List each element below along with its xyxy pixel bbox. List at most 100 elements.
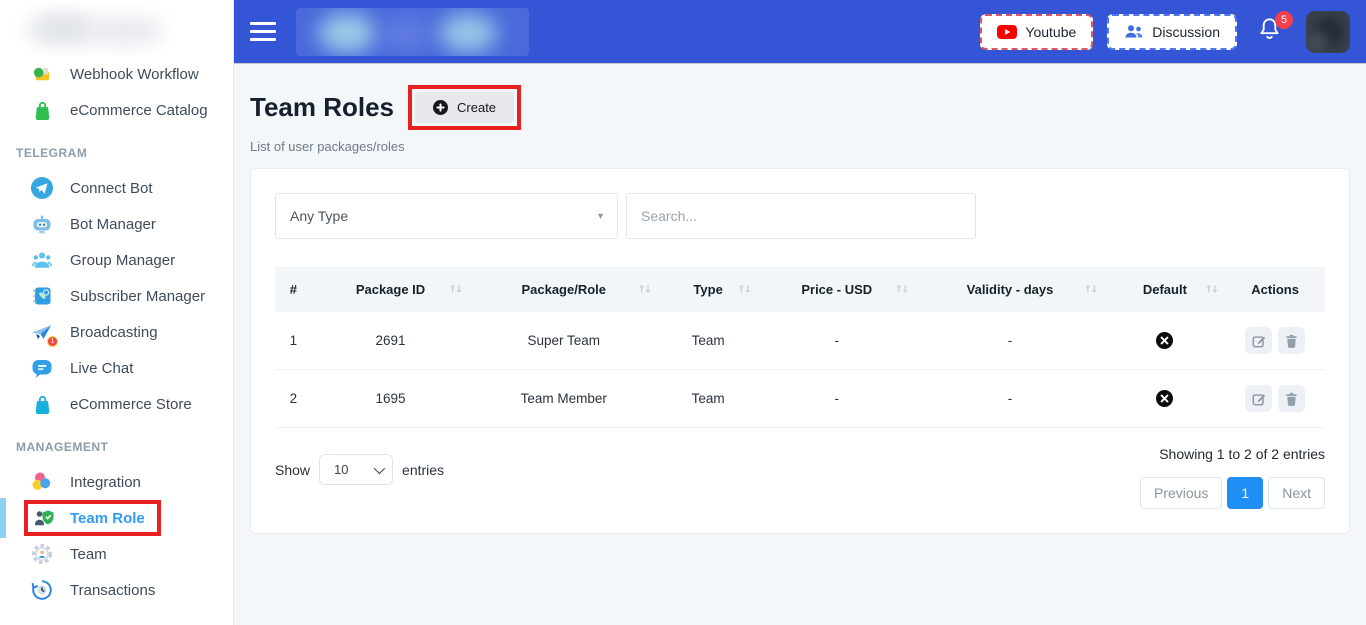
sort-icon: ↑↓	[637, 284, 650, 295]
delete-button[interactable]	[1278, 385, 1305, 412]
next-page-button[interactable]: Next	[1268, 477, 1325, 509]
cell-actions	[1225, 370, 1325, 428]
hamburger-menu-icon[interactable]	[250, 22, 276, 41]
page-content: Team Roles Create List of user packages/…	[234, 63, 1366, 625]
annotation-box-team-role: Team Role	[24, 500, 161, 536]
cell-default	[1105, 370, 1226, 428]
table-row: 2 1695 Team Member Team - -	[275, 370, 1325, 428]
current-page-button[interactable]: 1	[1227, 477, 1263, 509]
page-size-select[interactable]: 10	[319, 454, 393, 485]
notification-count-badge: 5	[1275, 11, 1293, 29]
user-avatar[interactable]	[1306, 11, 1350, 53]
sidebar-item-subscriber-manager[interactable]: Subscriber Manager	[0, 278, 233, 314]
table-header-row: # Package ID↑↓ Package/Role↑↓ Type↑↓ Pri…	[275, 267, 1325, 312]
table-footer: Show 10 entries Showing 1 to 2 of 2 entr…	[275, 446, 1325, 509]
sidebar-section-telegram: TELEGRAM	[0, 146, 233, 160]
sidebar-item-ecommerce-store[interactable]: eCommerce Store	[0, 386, 233, 422]
showing-entries-text: Showing 1 to 2 of 2 entries	[1159, 446, 1325, 462]
cell-num: 2	[275, 370, 312, 428]
type-filter-value: Any Type	[290, 208, 348, 224]
cell-validity: -	[916, 312, 1105, 370]
sidebar-item-transactions[interactable]: Transactions	[0, 572, 233, 608]
ecommerce-catalog-icon	[30, 98, 54, 122]
sidebar-section-management: MANAGEMENT	[0, 440, 233, 454]
cell-validity: -	[916, 370, 1105, 428]
shopping-bag-icon	[30, 392, 54, 416]
main-area: Youtube Discussion 5 Team Roles	[234, 0, 1366, 625]
create-button[interactable]: Create	[415, 92, 514, 123]
discussion-people-icon	[1124, 24, 1144, 39]
column-header-actions: Actions	[1225, 267, 1325, 312]
column-header-package-id[interactable]: Package ID↑↓	[312, 267, 470, 312]
sidebar-item-live-chat[interactable]: Live Chat	[0, 350, 233, 386]
times-circle-icon	[1156, 332, 1173, 349]
cell-default	[1105, 312, 1226, 370]
sidebar-item-bot-manager[interactable]: Bot Manager	[0, 206, 233, 242]
sidebar-item-team[interactable]: Team	[0, 536, 233, 572]
discussion-button-label: Discussion	[1152, 24, 1220, 40]
table-row: 1 2691 Super Team Team - -	[275, 312, 1325, 370]
chat-bubble-icon	[30, 356, 54, 380]
column-header-validity[interactable]: Validity - days↑↓	[916, 267, 1105, 312]
gear-person-icon	[30, 542, 54, 566]
team-roles-card: Any Type ▾ # Package ID↑↓ Package	[250, 168, 1350, 534]
roles-table: # Package ID↑↓ Package/Role↑↓ Type↑↓ Pri…	[275, 267, 1325, 428]
youtube-button[interactable]: Youtube	[980, 14, 1093, 50]
sidebar: Webhook Workflow eCommerce Catalog TELEG…	[0, 0, 234, 625]
sidebar-item-label: Live Chat	[70, 360, 133, 377]
sidebar-item-ecommerce-catalog[interactable]: eCommerce Catalog	[0, 92, 233, 128]
column-header-default[interactable]: Default↑↓	[1105, 267, 1226, 312]
people-group-icon	[30, 248, 54, 272]
sort-icon: ↑↓	[448, 284, 461, 295]
chevron-down-icon	[374, 462, 385, 473]
show-label: Show	[275, 462, 310, 478]
edit-button[interactable]	[1245, 385, 1272, 412]
app-window: Webhook Workflow eCommerce Catalog TELEG…	[0, 0, 1366, 625]
entries-label: entries	[402, 462, 444, 478]
previous-page-button[interactable]: Previous	[1140, 477, 1222, 509]
paper-plane-icon: 1	[30, 320, 54, 344]
sort-icon: ↑↓	[1084, 284, 1097, 295]
sidebar-item-label: Subscriber Manager	[70, 288, 205, 305]
blurred-header-logo	[296, 8, 529, 56]
cell-actions	[1225, 312, 1325, 370]
cell-num: 1	[275, 312, 312, 370]
column-header-type[interactable]: Type↑↓	[658, 267, 758, 312]
cell-package-id: 2691	[312, 312, 470, 370]
sidebar-item-connect-bot[interactable]: Connect Bot	[0, 170, 233, 206]
sidebar-item-label: eCommerce Store	[70, 396, 192, 413]
cell-package-role: Team Member	[469, 370, 658, 428]
sidebar-item-label: Webhook Workflow	[70, 66, 199, 83]
caret-down-icon: ▾	[598, 211, 603, 222]
search-input[interactable]	[626, 193, 976, 239]
plus-circle-icon	[433, 100, 448, 115]
history-clock-icon	[30, 578, 54, 602]
sidebar-item-group-manager[interactable]: Group Manager	[0, 242, 233, 278]
discussion-button[interactable]: Discussion	[1107, 14, 1237, 50]
sort-icon: ↑↓	[895, 284, 908, 295]
type-filter-select[interactable]: Any Type ▾	[275, 193, 618, 239]
notification-bell-icon[interactable]: 5	[1257, 16, 1282, 48]
create-button-label: Create	[457, 100, 496, 115]
edit-button[interactable]	[1245, 327, 1272, 354]
page-size-value: 10	[334, 462, 348, 477]
column-header-price[interactable]: Price - USD↑↓	[758, 267, 916, 312]
sidebar-item-label: Integration	[70, 474, 141, 491]
sidebar-item-team-role[interactable]: Team Role	[0, 500, 233, 536]
blurred-sidebar-logo	[14, 4, 193, 56]
contact-book-icon	[30, 284, 54, 308]
top-navbar: Youtube Discussion 5	[234, 0, 1366, 63]
sidebar-item-webhook-workflow[interactable]: Webhook Workflow	[0, 56, 233, 92]
sidebar-item-integration[interactable]: Integration	[0, 464, 233, 500]
person-shield-icon	[32, 506, 56, 530]
delete-button[interactable]	[1278, 327, 1305, 354]
cell-type: Team	[658, 370, 758, 428]
column-header-package-role[interactable]: Package/Role↑↓	[469, 267, 658, 312]
page-subtitle: List of user packages/roles	[250, 139, 1350, 154]
pagination: Previous 1 Next	[1140, 477, 1325, 509]
sidebar-item-label: Group Manager	[70, 252, 175, 269]
youtube-icon	[997, 25, 1017, 39]
cell-type: Team	[658, 312, 758, 370]
circles-icon	[30, 470, 54, 494]
sidebar-item-broadcasting[interactable]: 1 Broadcasting	[0, 314, 233, 350]
